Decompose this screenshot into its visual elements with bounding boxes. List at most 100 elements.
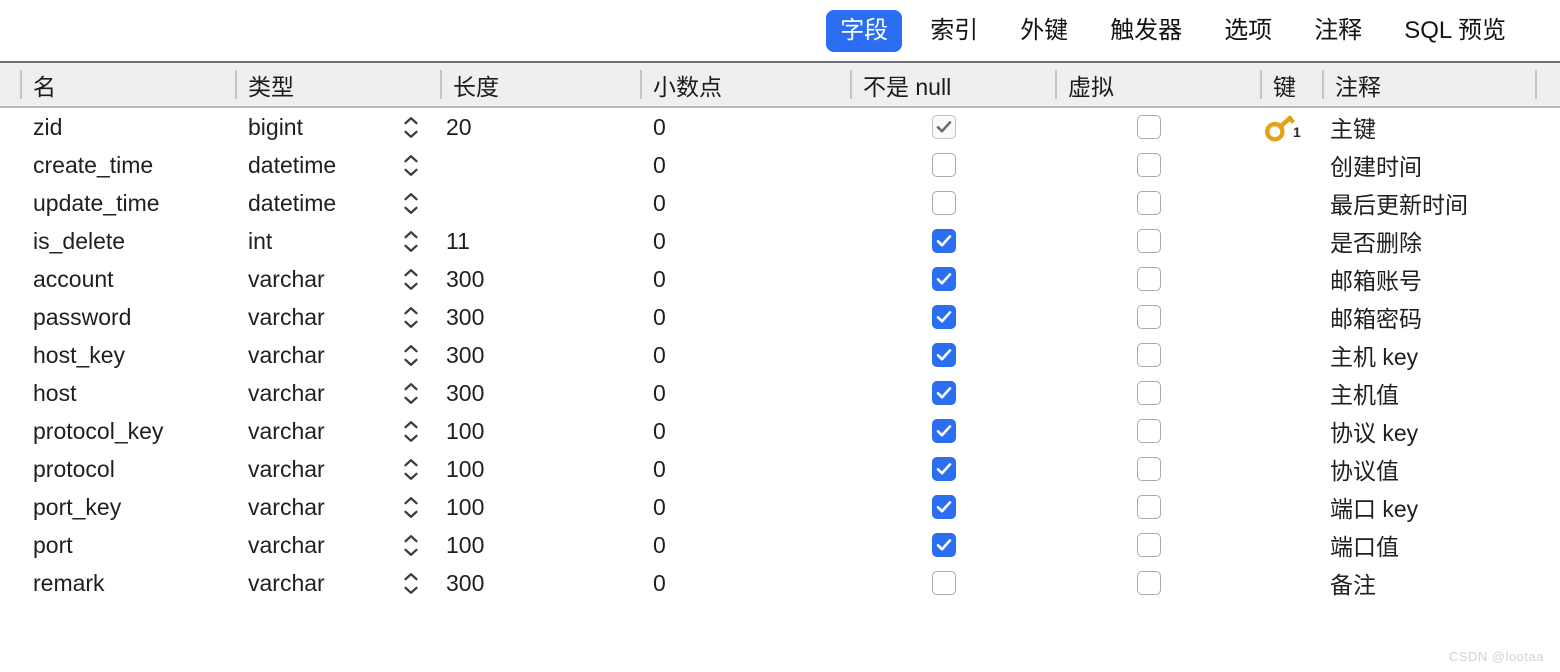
notnull-checkbox[interactable] [932, 153, 956, 177]
length-stepper[interactable] [398, 526, 424, 564]
cell-length[interactable]: 100 [446, 488, 640, 526]
notnull-checkbox[interactable] [932, 571, 956, 595]
column-header-notnull[interactable]: 不是 null [850, 63, 1055, 106]
cell-decimals[interactable]: 0 [653, 298, 850, 336]
cell-comment[interactable]: 端口值 [1330, 526, 1535, 564]
length-stepper[interactable] [398, 260, 424, 298]
cell-name[interactable]: is_delete [33, 222, 235, 260]
cell-name[interactable]: protocol [33, 450, 235, 488]
cell-comment[interactable]: 协议值 [1330, 450, 1535, 488]
notnull-checkbox[interactable] [932, 381, 956, 405]
tab-1[interactable]: 字段 [826, 9, 903, 52]
notnull-checkbox[interactable] [932, 533, 956, 557]
notnull-checkbox[interactable] [932, 115, 956, 139]
cell-name[interactable]: host [33, 374, 235, 412]
column-divider[interactable] [1055, 70, 1057, 99]
tab-5[interactable]: 选项 [1210, 10, 1286, 52]
cell-length[interactable]: 300 [446, 564, 640, 602]
cell-name[interactable]: update_time [33, 184, 235, 222]
notnull-checkbox[interactable] [932, 419, 956, 443]
length-stepper[interactable] [398, 298, 424, 336]
cell-name[interactable]: account [33, 260, 235, 298]
cell-decimals[interactable]: 0 [653, 336, 850, 374]
table-row[interactable]: protocol varchar 0 100 协议值 [0, 450, 1560, 488]
column-divider[interactable] [1260, 70, 1262, 99]
column-divider[interactable] [640, 70, 642, 99]
cell-decimals[interactable]: 0 [653, 374, 850, 412]
length-stepper[interactable] [398, 412, 424, 450]
cell-decimals[interactable]: 0 [653, 222, 850, 260]
column-divider[interactable] [1322, 70, 1324, 99]
cell-comment[interactable]: 备注 [1330, 564, 1535, 602]
notnull-checkbox[interactable] [932, 229, 956, 253]
tab-6[interactable]: 注释 [1300, 10, 1376, 52]
notnull-checkbox[interactable] [932, 343, 956, 367]
virtual-checkbox[interactable] [1137, 229, 1161, 253]
cell-length[interactable]: 300 [446, 298, 640, 336]
virtual-checkbox[interactable] [1137, 267, 1161, 291]
cell-decimals[interactable]: 0 [653, 450, 850, 488]
cell-length[interactable]: 100 [446, 450, 640, 488]
column-divider[interactable] [850, 70, 852, 99]
cell-name[interactable]: remark [33, 564, 235, 602]
cell-name[interactable]: host_key [33, 336, 235, 374]
length-stepper[interactable] [398, 564, 424, 602]
table-row[interactable]: port varchar 0 100 端口值 [0, 526, 1560, 564]
column-header-comment[interactable]: 注释 [1322, 63, 1535, 106]
cell-decimals[interactable]: 0 [653, 146, 850, 184]
cell-length[interactable]: 20 [446, 108, 640, 146]
cell-decimals[interactable]: 0 [653, 488, 850, 526]
tab-7[interactable]: SQL 预览 [1390, 10, 1520, 52]
cell-comment[interactable]: 最后更新时间 [1330, 184, 1535, 222]
length-stepper[interactable] [398, 146, 424, 184]
column-header-name[interactable]: 名 [20, 63, 235, 106]
cell-name[interactable]: create_time [33, 146, 235, 184]
cell-length[interactable]: 300 [446, 374, 640, 412]
cell-comment[interactable]: 是否删除 [1330, 222, 1535, 260]
column-divider[interactable] [235, 70, 237, 99]
virtual-checkbox[interactable] [1137, 153, 1161, 177]
length-stepper[interactable] [398, 488, 424, 526]
column-header-length[interactable]: 长度 [440, 63, 640, 106]
length-stepper[interactable] [398, 184, 424, 222]
cell-comment[interactable]: 主键 [1330, 108, 1535, 146]
table-row[interactable]: remark varchar 0 300 备注 [0, 564, 1560, 602]
table-row[interactable]: host_key varchar 0 300 主机 key [0, 336, 1560, 374]
cell-decimals[interactable]: 0 [653, 412, 850, 450]
column-header-decimals[interactable]: 小数点 [640, 63, 850, 106]
tab-3[interactable]: 外键 [1006, 10, 1082, 52]
table-row[interactable]: account varchar 0 300 邮箱账号 [0, 260, 1560, 298]
cell-length[interactable]: 100 [446, 412, 640, 450]
cell-length[interactable] [446, 184, 640, 222]
column-header-type[interactable]: 类型 [235, 63, 440, 106]
notnull-checkbox[interactable] [932, 267, 956, 291]
column-divider[interactable] [20, 70, 22, 99]
column-header-key[interactable]: 键 [1260, 63, 1322, 106]
cell-decimals[interactable]: 0 [653, 108, 850, 146]
cell-decimals[interactable]: 0 [653, 260, 850, 298]
length-stepper[interactable] [398, 450, 424, 488]
cell-length[interactable]: 11 [446, 222, 640, 260]
cell-length[interactable]: 300 [446, 336, 640, 374]
table-row[interactable]: password varchar 0 300 邮箱密码 [0, 298, 1560, 336]
virtual-checkbox[interactable] [1137, 495, 1161, 519]
cell-name[interactable]: zid [33, 108, 235, 146]
virtual-checkbox[interactable] [1137, 305, 1161, 329]
virtual-checkbox[interactable] [1137, 191, 1161, 215]
cell-length[interactable] [446, 146, 640, 184]
table-row[interactable]: update_time datetime 0 最后更新时间 [0, 184, 1560, 222]
table-row[interactable]: create_time datetime 0 创建时间 [0, 146, 1560, 184]
table-row[interactable]: port_key varchar 0 100 端口 key [0, 488, 1560, 526]
length-stepper[interactable] [398, 222, 424, 260]
cell-length[interactable]: 300 [446, 260, 640, 298]
cell-decimals[interactable]: 0 [653, 184, 850, 222]
notnull-checkbox[interactable] [932, 305, 956, 329]
virtual-checkbox[interactable] [1137, 419, 1161, 443]
cell-comment[interactable]: 主机值 [1330, 374, 1535, 412]
table-row[interactable]: zid bigint 0 20 1 主键 [0, 108, 1560, 146]
virtual-checkbox[interactable] [1137, 571, 1161, 595]
virtual-checkbox[interactable] [1137, 533, 1161, 557]
tab-2[interactable]: 索引 [916, 10, 992, 52]
table-row[interactable]: protocol_key varchar 0 100 协议 key [0, 412, 1560, 450]
cell-name[interactable]: port_key [33, 488, 235, 526]
